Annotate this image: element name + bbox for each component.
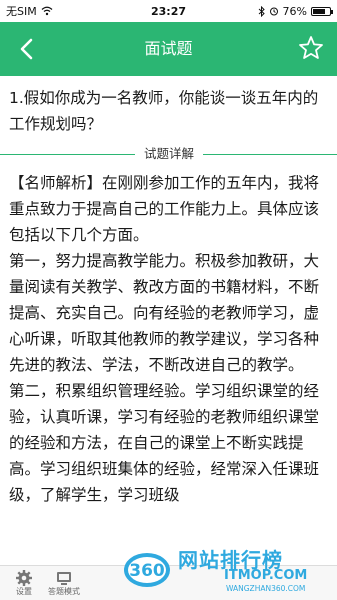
- battery-icon: [311, 6, 333, 16]
- status-bar: 无SIM 23:27 76%: [0, 0, 337, 22]
- carrier-label: 无SIM: [6, 5, 37, 18]
- wifi-icon: [41, 6, 53, 16]
- favorite-star-icon[interactable]: [297, 34, 325, 62]
- watermark-badge-text: 360: [129, 561, 165, 581]
- battery-percent: 76%: [282, 4, 307, 18]
- bluetooth-icon: [258, 5, 265, 17]
- analysis-paragraph: 第一，努力提高教学能力。积极参加教研，大量阅读有关教学、教改方面的书籍材料，不断…: [9, 252, 320, 374]
- divider-line-right: [203, 154, 337, 155]
- page-title: 面试题: [144, 39, 193, 58]
- watermark-url: ITMOP.COM: [224, 568, 308, 583]
- divider-line-left: [0, 154, 135, 155]
- status-right: 76%: [258, 4, 333, 18]
- battery-fill: [313, 8, 325, 14]
- analysis-paragraph: 【名师解析】在刚刚参加工作的五年内，我将重点致力于提高自己的工作能力上。具体应该…: [9, 174, 320, 244]
- gear-icon: [16, 570, 32, 586]
- tab-settings[interactable]: 设置: [4, 567, 44, 597]
- watermark-subtitle: WANGZHAN360.COM: [226, 584, 306, 593]
- site-watermark: 360 网站排行榜 ITMOP.COM WANGZHAN360.COM: [122, 540, 337, 600]
- tab-answer-mode[interactable]: 答题模式: [44, 567, 84, 597]
- alarm-icon: [269, 7, 278, 16]
- question-text: 1.假如你成为一名教师，你能谈一谈五年内的工作规划吗？: [9, 89, 319, 133]
- section-label: 试题详解: [143, 146, 194, 161]
- status-left: 无SIM: [6, 3, 53, 19]
- monitor-icon: [57, 572, 71, 585]
- watermark-logo-icon: 360: [124, 553, 170, 587]
- app-header: 面试题: [0, 22, 337, 76]
- section-divider: 试题详解: [0, 143, 337, 165]
- tab-label: 设置: [16, 587, 32, 596]
- analysis-content[interactable]: 【名师解析】在刚刚参加工作的五年内，我将重点致力于提高自己的工作能力上。具体应该…: [9, 170, 331, 565]
- tab-label: 答题模式: [48, 587, 80, 596]
- analysis-paragraph: 第二，积累组织管理经验。学习组织课堂的经验，认真听课，学习有经验的老教师组织课堂…: [9, 382, 320, 504]
